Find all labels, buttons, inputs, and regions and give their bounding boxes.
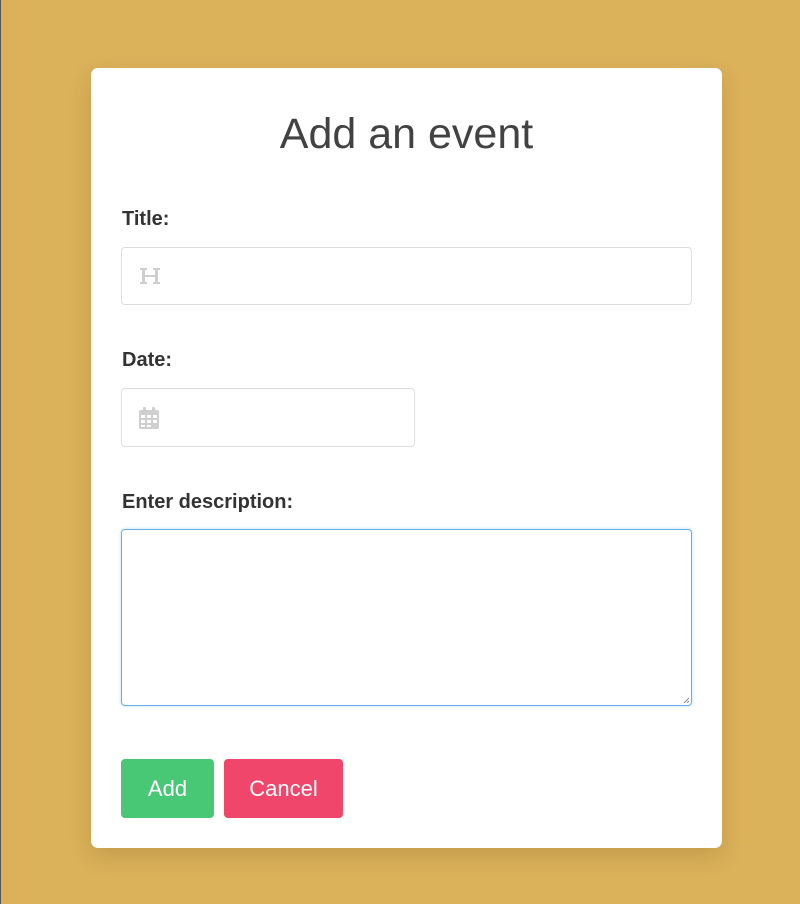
date-input-group[interactable]: [121, 388, 415, 447]
form-title: Add an event: [279, 110, 534, 158]
description-textarea[interactable]: [122, 530, 691, 705]
date-label: Date:: [122, 349, 173, 371]
description-label: Enter description:: [122, 491, 294, 513]
add-button[interactable]: Add: [121, 759, 214, 818]
add-event-form-card: Add an event Title: Date: Enter descript…: [91, 68, 722, 848]
calendar-icon: [139, 406, 159, 429]
title-label: Title:: [122, 208, 170, 230]
title-input[interactable]: [174, 248, 681, 304]
cancel-button[interactable]: Cancel: [224, 759, 343, 818]
resize-handle-icon[interactable]: [683, 697, 689, 703]
title-input-group[interactable]: [121, 247, 692, 305]
window-edge: [0, 0, 1, 904]
date-input[interactable]: [174, 389, 404, 446]
heading-icon: [139, 266, 161, 286]
description-textarea-wrapper[interactable]: [121, 529, 692, 706]
